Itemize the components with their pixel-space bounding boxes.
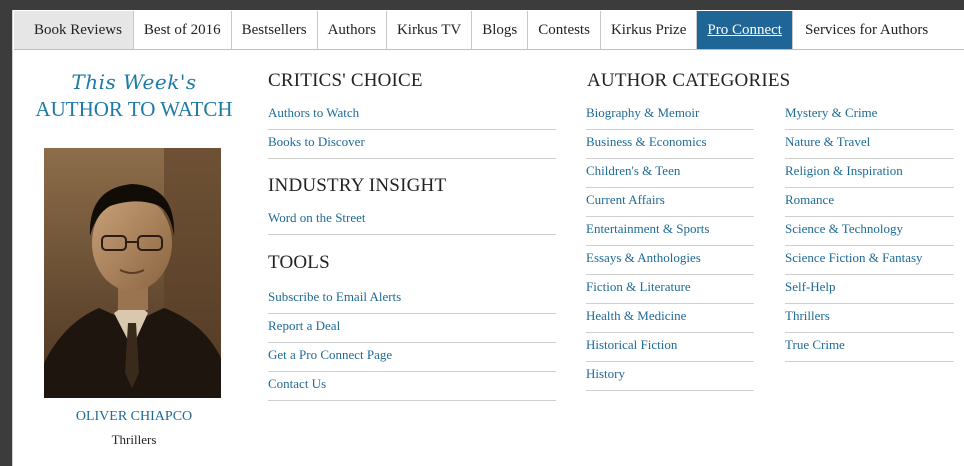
category-link[interactable]: History xyxy=(586,362,754,391)
tab-services-for-authors[interactable]: Services for Authors xyxy=(792,11,939,49)
category-link[interactable]: Romance xyxy=(785,188,954,217)
category-link[interactable]: Religion & Inspiration xyxy=(785,159,954,188)
author-photo[interactable] xyxy=(44,148,221,398)
tab-kirkus-tv[interactable]: Kirkus TV xyxy=(386,11,473,49)
tab-best-of-2016[interactable]: Best of 2016 xyxy=(133,11,232,49)
tools-heading: TOOLS xyxy=(268,252,330,273)
category-link[interactable]: Nature & Travel xyxy=(785,130,954,159)
category-link[interactable]: Thrillers xyxy=(785,304,954,333)
author-name-link[interactable]: OLIVER CHIAPCO xyxy=(14,409,254,425)
tab-contests[interactable]: Contests xyxy=(528,11,601,49)
link-books-to-discover[interactable]: Books to Discover xyxy=(268,130,556,159)
critics-choice-heading: CRITICS' CHOICE xyxy=(268,70,423,91)
category-link[interactable]: Mystery & Crime xyxy=(785,101,954,130)
tab-bestsellers[interactable]: Bestsellers xyxy=(231,11,318,49)
category-link[interactable]: Essays & Anthologies xyxy=(586,246,754,275)
tab-book-reviews[interactable]: Book Reviews xyxy=(14,11,134,49)
category-link[interactable]: Science Fiction & Fantasy xyxy=(785,246,954,275)
category-link[interactable]: Health & Medicine xyxy=(586,304,754,333)
link-word-on-the-street[interactable]: Word on the Street xyxy=(268,206,556,235)
link-authors-to-watch[interactable]: Authors to Watch xyxy=(268,101,556,130)
link-get-pro-connect-page[interactable]: Get a Pro Connect Page xyxy=(268,343,556,372)
category-link[interactable]: Children's & Teen xyxy=(586,159,754,188)
author-to-watch-section: This Week's AUTHOR TO WATCH OLIVER CHIAP… xyxy=(14,70,254,447)
category-link[interactable]: Business & Economics xyxy=(586,130,754,159)
category-link[interactable]: Fiction & Literature xyxy=(586,275,754,304)
link-contact-us[interactable]: Contact Us xyxy=(268,372,556,401)
link-report-a-deal[interactable]: Report a Deal xyxy=(268,314,556,343)
category-link[interactable]: Science & Technology xyxy=(785,217,954,246)
category-link[interactable]: Biography & Memoir xyxy=(586,101,754,130)
industry-insight-heading: INDUSTRY INSIGHT xyxy=(268,175,447,196)
tab-authors[interactable]: Authors xyxy=(317,11,387,49)
tab-pro-connect[interactable]: Pro Connect xyxy=(697,11,793,49)
author-categories-heading: AUTHOR CATEGORIES xyxy=(587,70,791,91)
category-link[interactable]: Current Affairs xyxy=(586,188,754,217)
tab-blogs[interactable]: Blogs xyxy=(472,11,529,49)
category-link[interactable]: Self-Help xyxy=(785,275,954,304)
this-weeks-heading: This Week's xyxy=(71,70,197,94)
category-link[interactable]: True Crime xyxy=(785,333,954,362)
author-genre: Thrillers xyxy=(111,432,157,447)
category-link[interactable]: Historical Fiction xyxy=(586,333,754,362)
category-link[interactable]: Entertainment & Sports xyxy=(586,217,754,246)
tab-kirkus-prize[interactable]: Kirkus Prize xyxy=(600,11,698,49)
author-to-watch-heading: AUTHOR TO WATCH xyxy=(35,97,233,121)
link-subscribe-email-alerts[interactable]: Subscribe to Email Alerts xyxy=(268,285,556,314)
author-portrait-image xyxy=(44,148,221,398)
top-navigation: Book Reviews Best of 2016 Bestsellers Au… xyxy=(14,11,964,50)
